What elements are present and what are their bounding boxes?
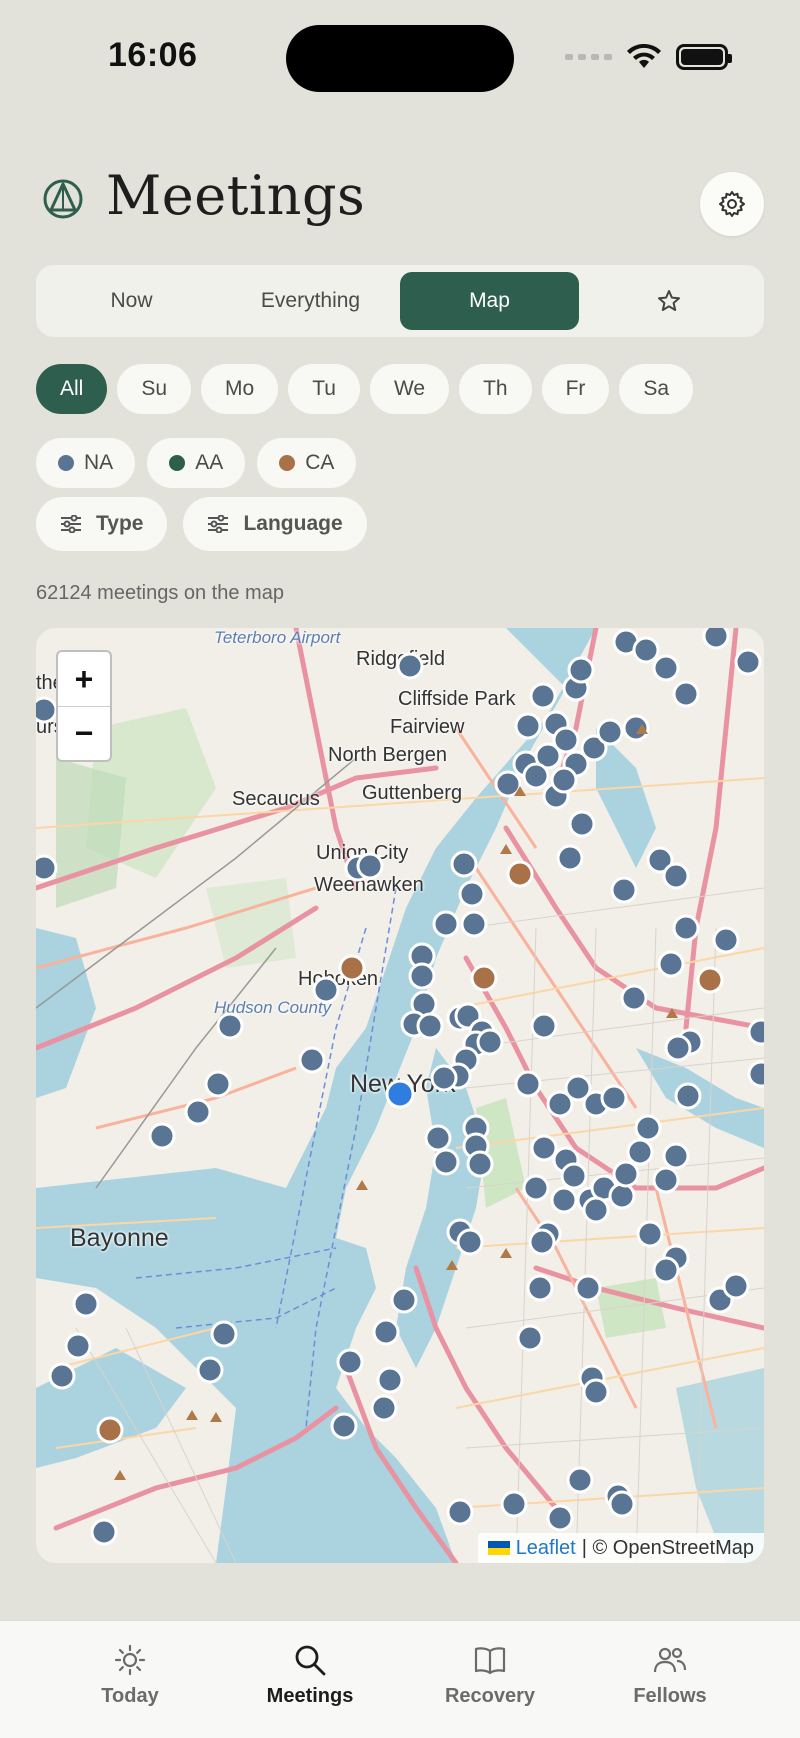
tab-label: Meetings [266,1685,354,1707]
tab-favorites[interactable] [579,272,758,330]
tab-now[interactable]: Now [42,272,221,330]
compass-triangle-icon [43,179,83,219]
meetings-map[interactable]: Teterboro Airport therford urst Ridgefie… [36,628,764,1563]
ukraine-flag-icon [487,1541,510,1555]
meeting-markers [36,628,764,1546]
day-pill-all[interactable]: All [36,364,108,414]
people-icon [653,1647,687,1673]
tab-everything[interactable]: Everything [221,272,400,330]
tab-label: Fellows [633,1685,707,1707]
language-filter-label: Language [243,512,343,535]
day-filter-row: All Su Mo Tu We Th Fr Sa [36,364,694,414]
fellowship-pill-ca[interactable]: CA [257,438,357,488]
wifi-icon [627,44,661,68]
view-segmented-control: Now Everything Map [36,265,764,337]
day-pill-sa[interactable]: Sa [619,364,694,414]
cellular-signal-icon [565,54,612,60]
tab-label: Today [101,1685,159,1707]
fellowship-label: CA [305,451,335,474]
tab-map[interactable]: Map [400,272,579,330]
fellowship-label: NA [84,451,114,474]
sun-icon [114,1644,146,1676]
header: Meetings [36,160,764,240]
bottom-tab-bar: Today Meetings Recovery Fellows [0,1620,800,1738]
map-attribution: Leaflet | © OpenStreetMap [477,1533,764,1563]
tab-today[interactable]: Today [60,1621,200,1738]
status-icons [565,44,732,70]
tab-fellows[interactable]: Fellows [600,1621,740,1738]
battery-icon [676,44,732,70]
page-title: Meetings [106,164,366,227]
day-pill-th[interactable]: Th [459,364,532,414]
day-pill-tu[interactable]: Tu [288,364,360,414]
osm-attribution: | © OpenStreetMap [581,1536,754,1559]
fellowship-filter-row: NA AA CA [36,438,357,488]
zoom-out-button[interactable]: − [58,706,110,760]
na-color-dot [58,455,74,471]
type-filter-label: Type [96,512,144,535]
zoom-in-button[interactable]: + [58,652,110,706]
type-filter-button[interactable]: Type [36,497,168,551]
fellowship-pill-na[interactable]: NA [36,438,136,488]
dynamic-island [286,25,514,92]
gear-icon [719,191,745,217]
day-pill-fr[interactable]: Fr [541,364,610,414]
zoom-control: + − [56,650,112,762]
star-icon [657,290,680,311]
tab-label: Recovery [444,1685,536,1707]
status-bar: 16:06 [0,0,800,110]
search-icon [295,1645,326,1676]
leaflet-link[interactable]: Leaflet [516,1537,576,1560]
ca-color-dot [279,455,296,471]
day-pill-mo[interactable]: Mo [201,364,279,414]
meeting-count: 62124 meetings on the map [36,582,284,604]
book-icon [474,1647,506,1675]
attribute-filter-row: Type Language [36,497,367,551]
sliders-icon [61,515,81,533]
settings-button[interactable] [700,172,764,236]
sliders-icon [208,515,229,533]
tab-recovery[interactable]: Recovery [420,1621,560,1738]
status-time: 16:06 [108,36,198,74]
day-pill-su[interactable]: Su [117,364,192,414]
fellowship-pill-aa[interactable]: AA [147,438,246,488]
fellowship-label: AA [195,451,224,474]
day-pill-we[interactable]: We [369,364,450,414]
language-filter-button[interactable]: Language [183,497,367,551]
aa-color-dot [169,455,186,471]
tab-meetings[interactable]: Meetings [240,1621,380,1738]
